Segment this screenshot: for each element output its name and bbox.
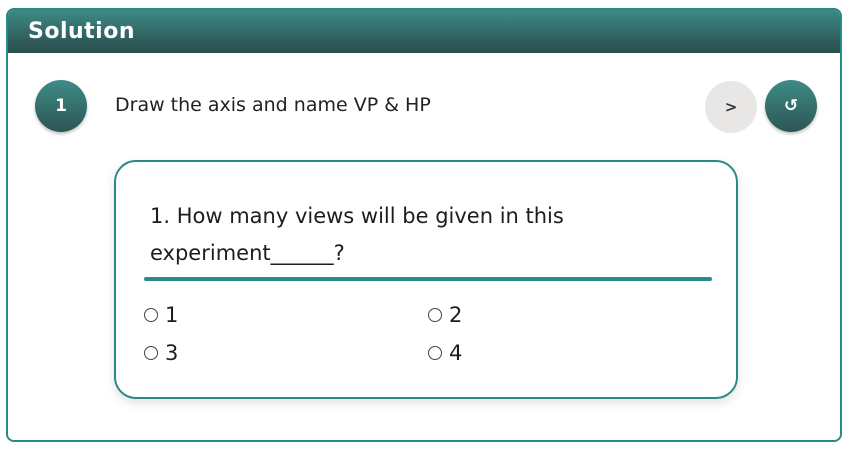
option-2[interactable]: 2 <box>428 303 462 327</box>
question-card: 1. How many views will be given in this … <box>114 160 738 399</box>
reset-button[interactable]: ↺ <box>765 80 817 132</box>
option-label: 2 <box>449 303 463 327</box>
option-1[interactable]: 1 <box>144 303 178 327</box>
radio-button-icon[interactable] <box>144 346 158 360</box>
step-row: 1 Draw the axis and name VP & HP > ↺ <box>8 80 840 134</box>
option-label: 3 <box>165 341 179 365</box>
radio-button-icon[interactable] <box>428 346 442 360</box>
panel-header: Solution <box>8 10 840 53</box>
option-label: 4 <box>449 341 463 365</box>
question-divider <box>144 277 712 281</box>
panel-title: Solution <box>28 19 135 44</box>
option-4[interactable]: 4 <box>428 341 462 365</box>
next-button[interactable]: > <box>705 81 757 133</box>
question-text: 1. How many views will be given in this … <box>150 204 564 265</box>
step-number-badge: 1 <box>35 80 87 132</box>
option-label: 1 <box>165 303 179 327</box>
option-3[interactable]: 3 <box>144 341 178 365</box>
radio-button-icon[interactable] <box>428 308 442 322</box>
radio-button-icon[interactable] <box>144 308 158 322</box>
solution-panel: Solution 1 Draw the axis and name VP & H… <box>6 8 842 442</box>
step-instruction: Draw the axis and name VP & HP <box>115 94 431 116</box>
